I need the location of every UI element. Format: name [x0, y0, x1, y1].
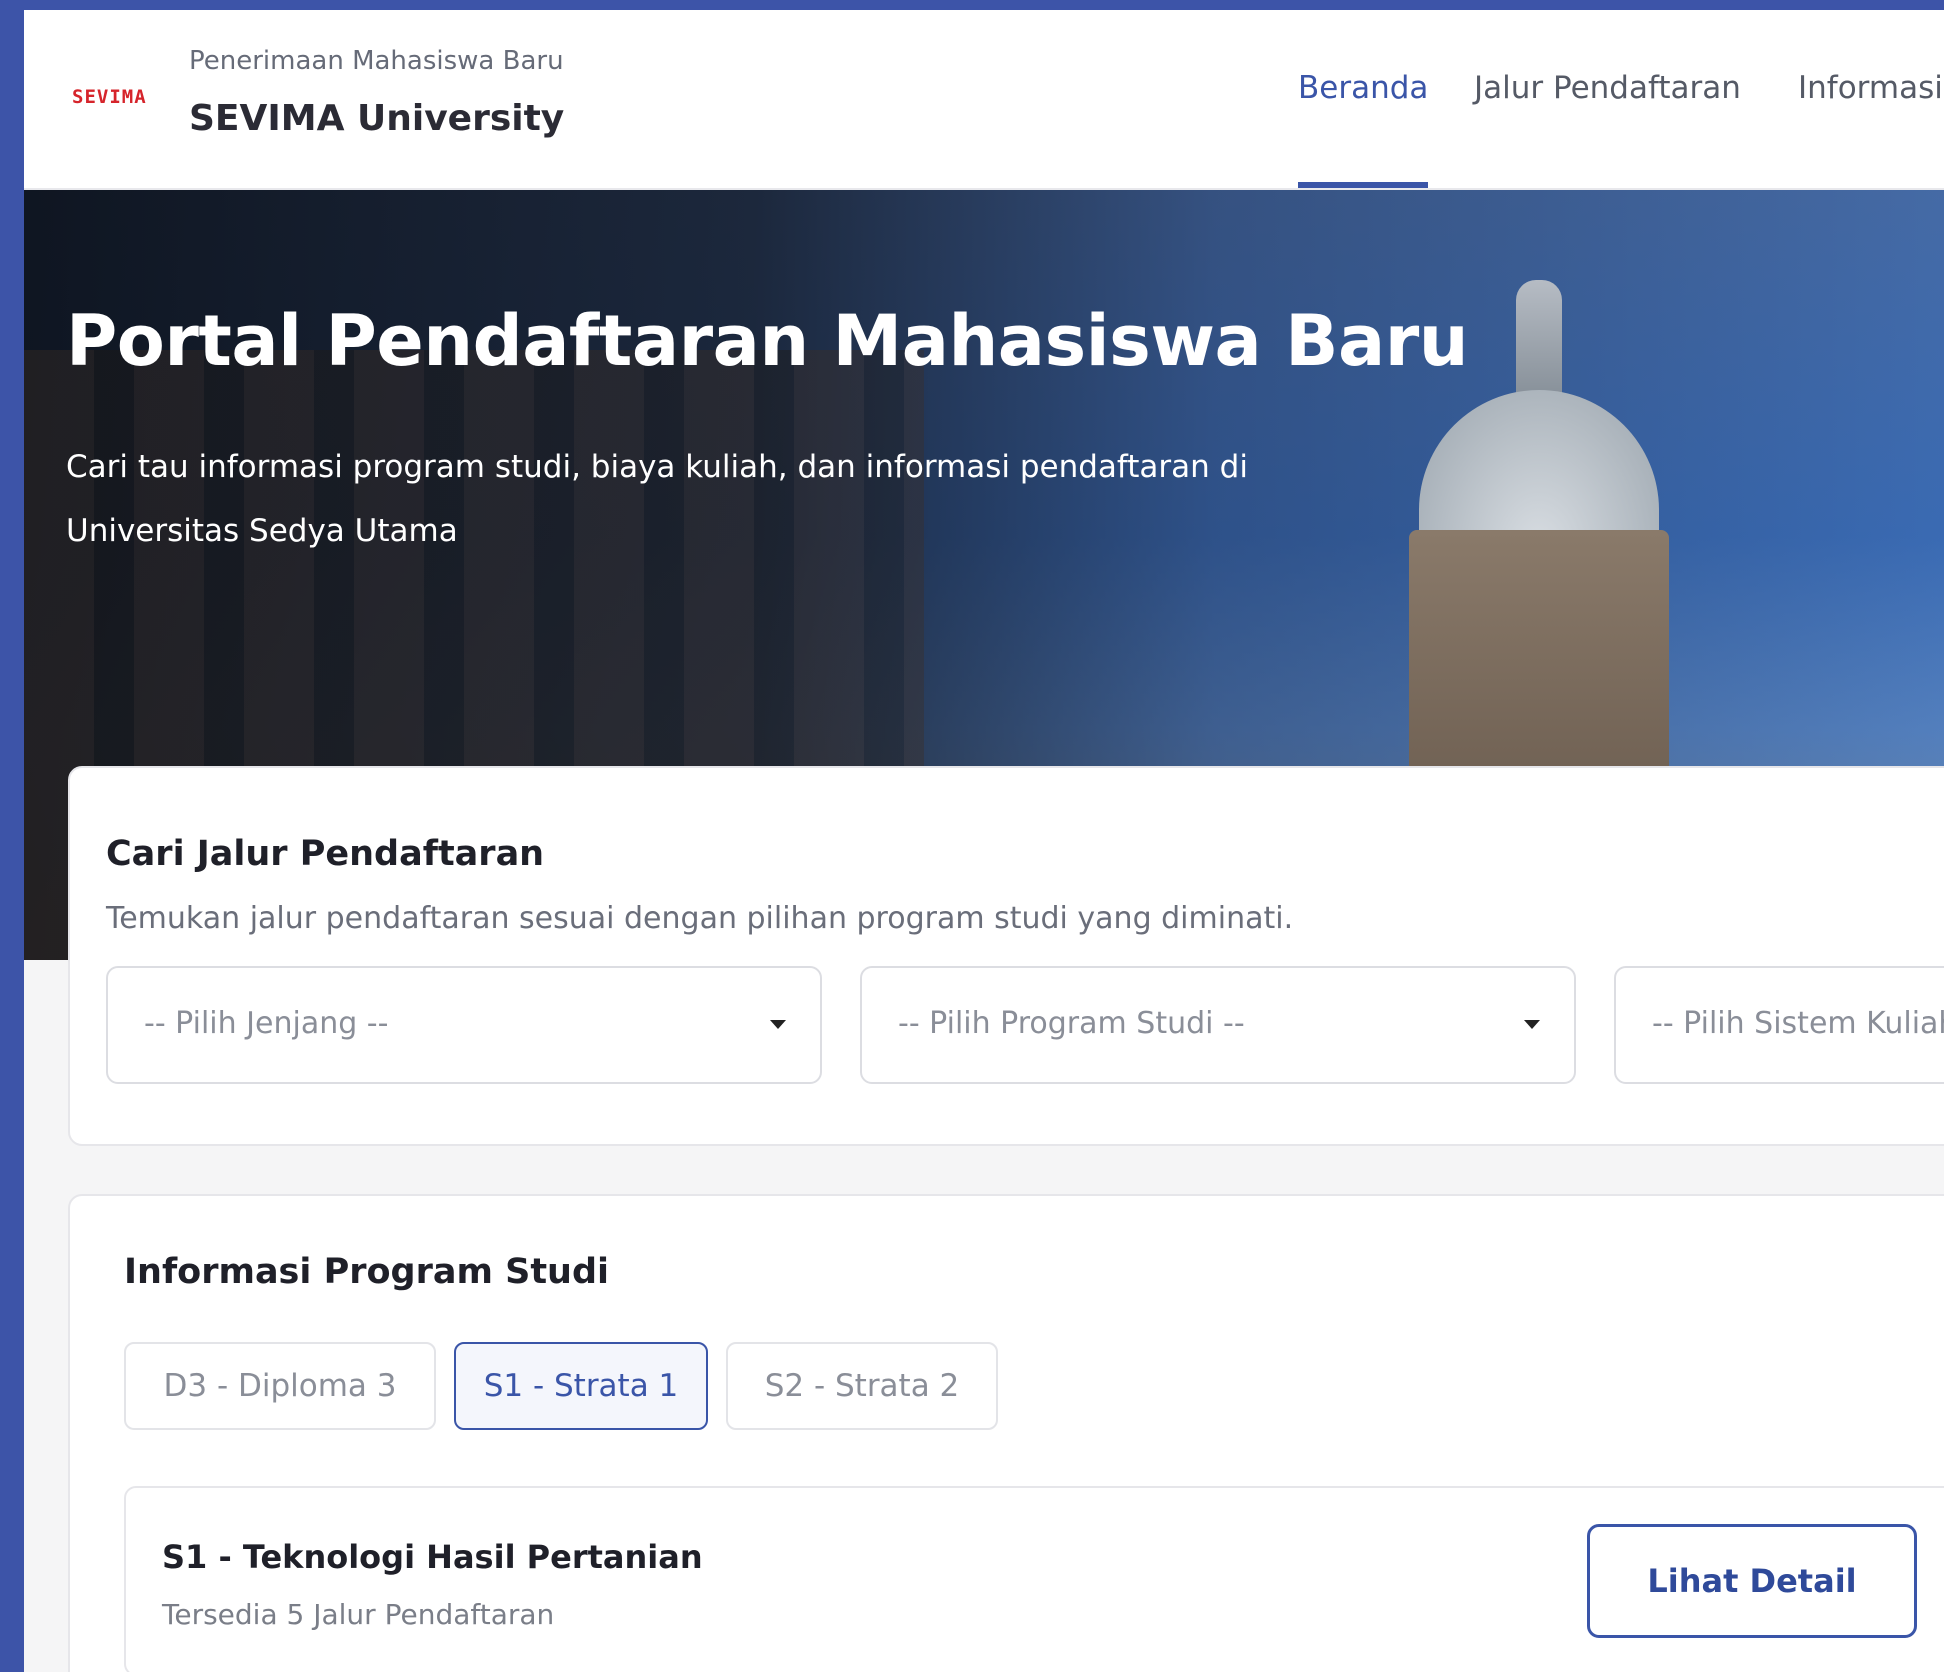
- select-program-studi-placeholder: -- Pilih Program Studi --: [898, 1006, 1245, 1041]
- tab-s2-strata-2[interactable]: S2 - Strata 2: [726, 1342, 998, 1430]
- nav-informasi[interactable]: Informasi: [1798, 70, 1943, 106]
- tab-s1-strata-1[interactable]: S1 - Strata 1: [454, 1342, 708, 1430]
- tab-d3-diploma-3[interactable]: D3 - Diploma 3: [124, 1342, 436, 1430]
- search-subtitle: Temukan jalur pendaftaran sesuai dengan …: [106, 901, 1294, 936]
- browser-page: SEVIMA Penerimaan Mahasiswa Baru SEVIMA …: [24, 10, 1944, 1672]
- hero-spire-image: [1516, 280, 1562, 400]
- program-name: S1 - Teknologi Hasil Pertanian: [162, 1538, 703, 1576]
- chevron-down-icon: [1524, 1020, 1540, 1029]
- nav-beranda[interactable]: Beranda: [1298, 70, 1428, 106]
- select-sistem-kuliah[interactable]: -- Pilih Sistem Kuliah --: [1614, 966, 1944, 1084]
- top-navbar: SEVIMA Penerimaan Mahasiswa Baru SEVIMA …: [24, 10, 1944, 190]
- lihat-detail-button[interactable]: Lihat Detail: [1587, 1524, 1917, 1638]
- nav-active-indicator: [1298, 182, 1428, 188]
- select-program-studi[interactable]: -- Pilih Program Studi --: [860, 966, 1576, 1084]
- hero-description: Cari tau informasi program studi, biaya …: [66, 449, 1248, 549]
- program-info-card: Informasi Program Studi D3 - Diploma 3 S…: [68, 1194, 1944, 1672]
- brand-title[interactable]: SEVIMA University: [189, 98, 564, 139]
- nav-jalur-pendaftaran[interactable]: Jalur Pendaftaran: [1474, 70, 1741, 106]
- sevima-logo[interactable]: SEVIMA: [72, 86, 147, 108]
- select-jenjang-placeholder: -- Pilih Jenjang --: [144, 1006, 389, 1041]
- search-card: Cari Jalur Pendaftaran Temukan jalur pen…: [68, 766, 1944, 1146]
- select-jenjang[interactable]: -- Pilih Jenjang --: [106, 966, 822, 1084]
- brand-subtitle: Penerimaan Mahasiswa Baru: [189, 46, 564, 76]
- hero-title: Portal Pendaftaran Mahasiswa Baru: [66, 300, 1469, 382]
- program-availability: Tersedia 5 Jalur Pendaftaran: [162, 1598, 555, 1631]
- program-info-title: Informasi Program Studi: [124, 1252, 610, 1292]
- select-sistem-kuliah-placeholder: -- Pilih Sistem Kuliah --: [1652, 1006, 1944, 1041]
- search-title: Cari Jalur Pendaftaran: [106, 834, 545, 874]
- program-list-item: S1 - Teknologi Hasil Pertanian Tersedia …: [124, 1486, 1944, 1672]
- chevron-down-icon: [770, 1020, 786, 1029]
